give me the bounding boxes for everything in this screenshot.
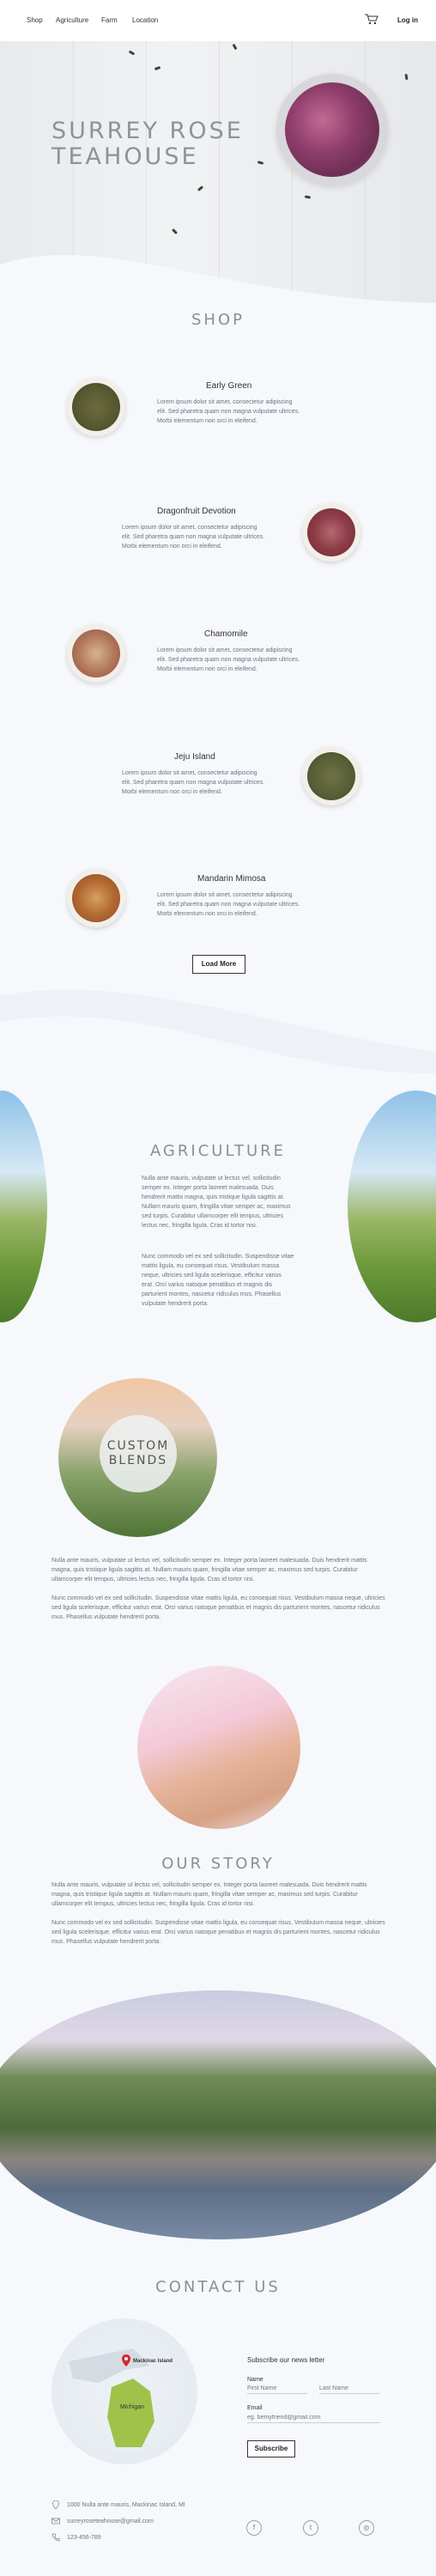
hero-wave (0, 254, 436, 305)
map-label-michigan: Michigan (120, 2404, 145, 2410)
last-name-input[interactable] (319, 2384, 379, 2394)
name-label: Name (247, 2377, 263, 2383)
address-text: 1000 Nulla ante mauris, Mackinac Island,… (67, 2502, 185, 2508)
map-label-mackinac: Mackinac Island (133, 2359, 173, 2364)
product-item[interactable]: Dragonfruit Devotion Lorem ipsum dolor s… (0, 495, 436, 589)
michigan-map: Mackinac Island Michigan (51, 2318, 197, 2464)
product-description: Lorem ipsum dolor sit amet, consectetur … (157, 892, 300, 917)
rose-tea-cup-image (276, 74, 388, 185)
phone-icon (51, 2533, 60, 2542)
email-input[interactable] (247, 2413, 380, 2423)
mail-icon (51, 2518, 60, 2524)
agriculture-paragraph-2: Nunc commodo vel ex sed sollicitudin. Su… (142, 1254, 294, 1307)
facebook-icon[interactable]: f (246, 2520, 262, 2536)
blends-paragraph-1: Nulla ante mauris, vulputate ut lectus v… (51, 1558, 367, 1583)
shop-title: SHOP (191, 311, 245, 329)
map-shape (69, 2348, 154, 2447)
agriculture-title: AGRICULTURE (149, 1142, 287, 1160)
family-tea-image (137, 1666, 300, 1829)
first-name-input[interactable] (247, 2384, 307, 2394)
product-item[interactable]: Mandarin Mimosa Lorem ipsum dolor sit am… (0, 862, 436, 957)
top-nav: Shop Agriculture Farm Location Log in (0, 0, 436, 41)
tea-field-image-right (348, 1091, 436, 1322)
product-image (302, 747, 360, 805)
product-name[interactable]: Early Green (206, 381, 251, 391)
newsletter-title: Subscribe our news letter (247, 2356, 325, 2364)
our-story-title: OUR STORY (161, 1855, 275, 1873)
phone-text[interactable]: 123-456-789 (67, 2535, 101, 2541)
product-description: Lorem ipsum dolor sit amet, consectetur … (122, 770, 265, 795)
contact-us-title: CONTACT US (155, 2278, 281, 2296)
product-image (67, 869, 125, 927)
twitter-icon[interactable]: t (303, 2520, 318, 2536)
map-pin-icon (122, 2354, 130, 2366)
blends-paragraph-2: Nunc commodo vel ex sed sollicitudin. Su… (51, 1595, 385, 1620)
custom-blends-badge: CUSTOM BLENDS (100, 1415, 177, 1492)
hero-banner: SURREY ROSE TEAHOUSE (0, 41, 436, 305)
custom-blends-image: CUSTOM BLENDS (58, 1378, 217, 1537)
agriculture-paragraph-1: Nulla ante mauris, vulputate ut lectus v… (142, 1176, 291, 1229)
instagram-icon[interactable]: ◎ (359, 2520, 374, 2536)
product-image (67, 624, 125, 683)
cart-icon[interactable] (365, 14, 378, 25)
story-paragraph-1: Nulla ante mauris, vulputate ut lectus v… (51, 1882, 367, 1907)
email-text[interactable]: surreyroseteahouse@gmail.com (67, 2518, 154, 2524)
product-name[interactable]: Dragonfruit Devotion (157, 507, 236, 516)
product-item[interactable]: Chamomile Lorem ipsum dolor sit amet, co… (0, 616, 436, 710)
email-label: Email (247, 2405, 263, 2411)
nav-link-location[interactable]: Location (132, 16, 158, 24)
hero-title: SURREY ROSE TEAHOUSE (51, 118, 244, 170)
product-description: Lorem ipsum dolor sit amet, consectetur … (157, 399, 300, 424)
product-name[interactable]: Chamomile (204, 629, 248, 639)
story-paragraph-2: Nunc commodo vel ex sed sollicitudin. Su… (51, 1920, 385, 1945)
product-image (302, 503, 360, 562)
custom-blends-line2: BLENDS (108, 1454, 168, 1467)
product-item[interactable]: Jeju Island Lorem ipsum dolor sit amet, … (0, 740, 436, 835)
location-icon (52, 2500, 59, 2509)
tea-field-image-left (0, 1091, 47, 1322)
subscribe-button[interactable]: Subscribe (247, 2440, 295, 2458)
custom-blends-line1: CUSTOM (106, 1439, 170, 1453)
nav-link-farm[interactable]: Farm (101, 16, 118, 24)
hero-title-line1: SURREY ROSE (51, 118, 244, 144)
nav-link-agriculture[interactable]: Agriculture (56, 16, 88, 24)
product-description: Lorem ipsum dolor sit amet, consectetur … (157, 647, 300, 672)
nav-link-shop[interactable]: Shop (27, 16, 43, 24)
mackinac-island-town-image (0, 1990, 436, 2239)
section-wave (0, 989, 436, 1108)
product-image (67, 378, 125, 436)
product-name[interactable]: Mandarin Mimosa (197, 874, 265, 884)
product-item[interactable]: Early Green Lorem ipsum dolor sit amet, … (0, 369, 436, 464)
login-link[interactable]: Log in (397, 16, 418, 24)
hero-title-line2: TEAHOUSE (51, 143, 199, 170)
product-name[interactable]: Jeju Island (174, 752, 215, 762)
product-description: Lorem ipsum dolor sit amet, consectetur … (122, 525, 265, 550)
